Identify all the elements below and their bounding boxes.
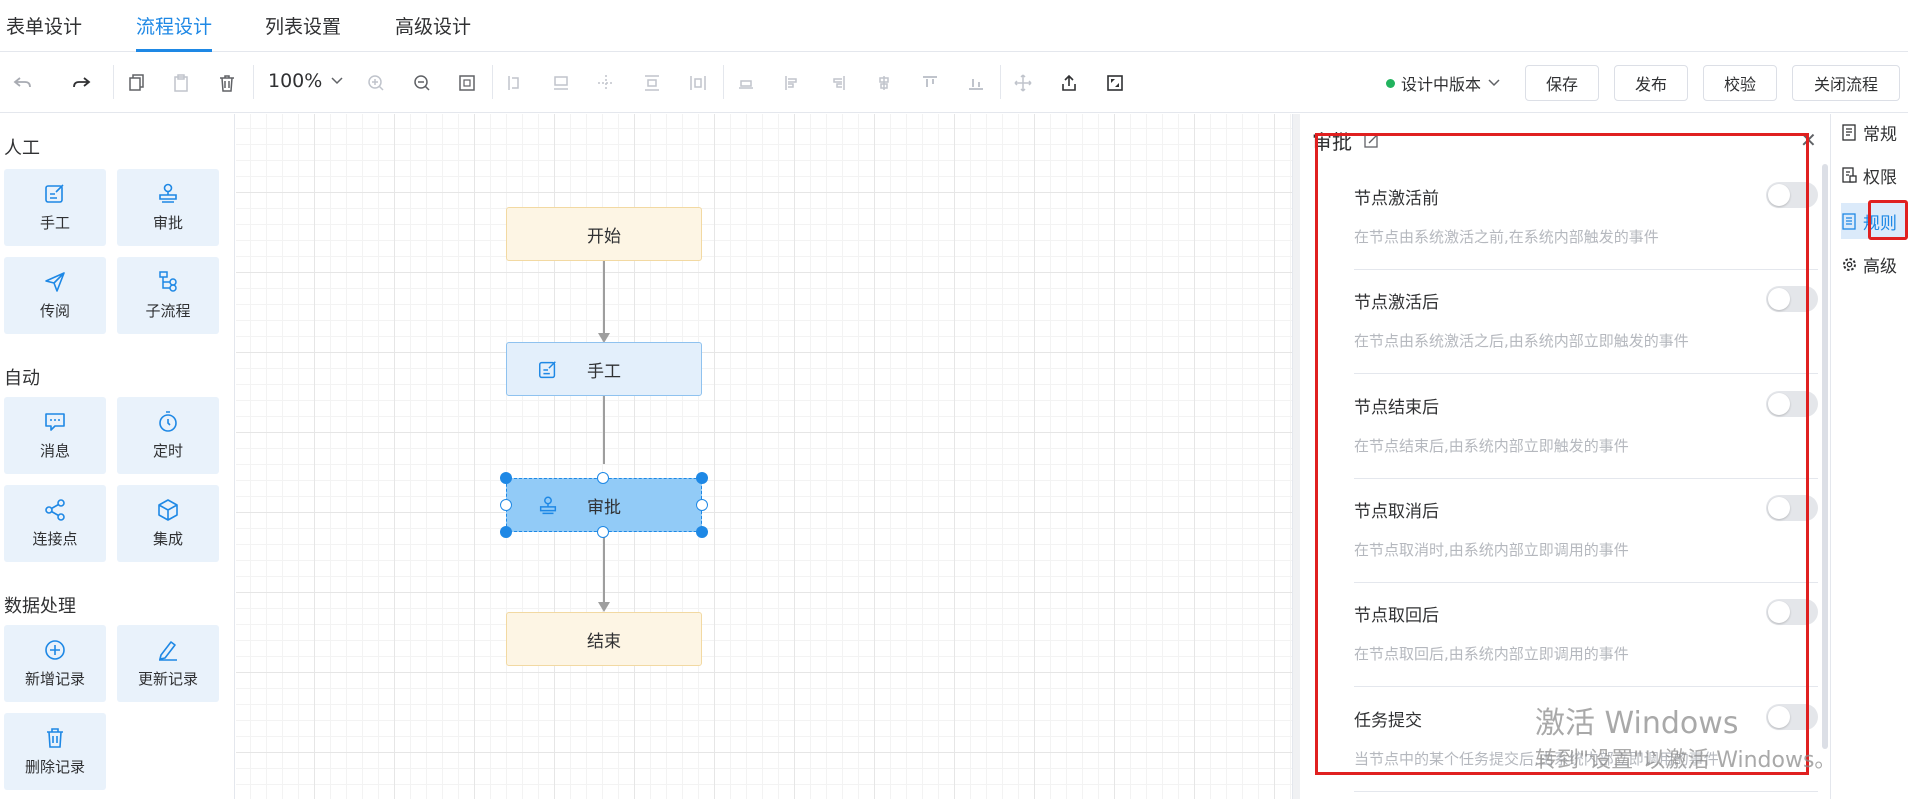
group-title-auto: 自动 xyxy=(4,368,40,389)
stamp-icon xyxy=(539,496,557,515)
stamp-icon xyxy=(159,183,177,203)
undo-icon[interactable] xyxy=(8,68,38,98)
publish-button[interactable]: 发布 xyxy=(1614,65,1688,101)
zoom-out-icon[interactable] xyxy=(407,68,437,98)
palette-item-circulate[interactable]: 传阅 xyxy=(4,257,106,334)
flow-node-start[interactable]: 开始 xyxy=(506,207,702,261)
send-icon xyxy=(45,272,65,292)
scrollbar[interactable] xyxy=(1822,164,1828,749)
move-icon[interactable] xyxy=(1008,68,1038,98)
plus-circle-icon xyxy=(45,640,65,660)
side-tab-advanced[interactable]: 高级 xyxy=(1841,246,1907,282)
palette-item-integration[interactable]: 集成 xyxy=(117,485,219,562)
resize-handle[interactable] xyxy=(696,526,708,538)
zoom-select[interactable]: 100% xyxy=(268,70,344,92)
distribute-vertical-icon[interactable] xyxy=(637,68,667,98)
palette-item-timer[interactable]: 定时 xyxy=(117,397,219,474)
flow-edge[interactable] xyxy=(603,532,605,610)
connection-handle[interactable] xyxy=(500,499,512,511)
side-highlight-box xyxy=(1868,200,1908,240)
advanced-gear-icon xyxy=(1843,257,1856,271)
save-button[interactable]: 保存 xyxy=(1525,65,1599,101)
palette-item-delete-record[interactable]: 删除记录 xyxy=(4,713,106,790)
edit-form-icon xyxy=(45,184,64,203)
align-bottom-icon[interactable] xyxy=(546,68,576,98)
subprocess-icon xyxy=(159,271,177,292)
tab-form-design[interactable]: 表单设计 xyxy=(6,12,82,49)
zoom-level: 100% xyxy=(268,70,323,92)
arrow-head xyxy=(598,602,610,612)
node-label: 审批 xyxy=(587,497,621,518)
status-dot xyxy=(1386,78,1395,88)
align-left-icon[interactable] xyxy=(500,68,530,98)
align-top-icon[interactable] xyxy=(915,68,945,98)
connection-handle[interactable] xyxy=(696,499,708,511)
redo-icon[interactable] xyxy=(66,68,96,98)
palette-item-manual[interactable]: 手工 xyxy=(4,169,106,246)
timer-icon xyxy=(159,411,177,432)
palette-item-connector[interactable]: 连接点 xyxy=(4,485,106,562)
flow-node-manual[interactable]: 手工 xyxy=(506,342,702,396)
chevron-down-icon xyxy=(1488,79,1500,87)
align-center-icon[interactable] xyxy=(591,68,621,98)
message-icon xyxy=(45,413,65,431)
tab-advanced-design[interactable]: 高级设计 xyxy=(395,12,471,49)
palette-item-add-record[interactable]: 新增记录 xyxy=(4,625,106,702)
toolbar: 100% 设计中版本 保存 发布 校验 关闭流程 xyxy=(0,53,1908,113)
rules-icon xyxy=(1842,212,1856,230)
trash-icon xyxy=(47,728,63,748)
group-title-manual: 人工 xyxy=(4,138,40,159)
activation-watermark: 激活 Windows xyxy=(1535,706,1739,741)
version-select[interactable]: 设计中版本 xyxy=(1386,71,1501,95)
group-title-data: 数据处理 xyxy=(4,596,76,617)
chevron-down-icon xyxy=(331,77,343,85)
side-tab-general[interactable]: 常规 xyxy=(1841,114,1907,150)
flow-canvas[interactable]: 开始 手工 审批 结束 xyxy=(236,114,1292,799)
palette-item-update-record[interactable]: 更新记录 xyxy=(117,625,219,702)
palette-item-message[interactable]: 消息 xyxy=(4,397,106,474)
flow-edge[interactable] xyxy=(603,261,605,341)
flow-node-end[interactable]: 结束 xyxy=(506,612,702,666)
resize-handle[interactable] xyxy=(696,472,708,484)
connection-handle[interactable] xyxy=(597,526,609,538)
distribute-horizontal-icon[interactable] xyxy=(683,68,713,98)
copy-icon[interactable] xyxy=(121,68,151,98)
resize-handle[interactable] xyxy=(500,526,512,538)
tab-flow-design[interactable]: 流程设计 xyxy=(136,12,213,52)
document-icon xyxy=(1842,123,1856,141)
align-right-edge-icon[interactable] xyxy=(823,68,853,98)
node-palette: 人工 手工 审批 传阅 子流程 自动 消息 定时 连接点 集成 数据处理 新增记… xyxy=(0,114,235,799)
activation-watermark-sub: 转到"设置"以激活 Windows。 xyxy=(1535,748,1837,773)
fullscreen-icon[interactable] xyxy=(1100,68,1130,98)
export-icon[interactable] xyxy=(1054,68,1084,98)
validate-button[interactable]: 校验 xyxy=(1703,65,1777,101)
highlight-box xyxy=(1315,133,1809,775)
delete-icon[interactable] xyxy=(212,68,242,98)
connection-handle[interactable] xyxy=(597,472,609,484)
tab-list-settings[interactable]: 列表设置 xyxy=(265,12,341,49)
version-label: 设计中版本 xyxy=(1401,75,1482,94)
palette-item-subprocess[interactable]: 子流程 xyxy=(117,257,219,334)
cube-icon xyxy=(158,499,178,521)
flow-edge[interactable] xyxy=(603,396,605,464)
flow-node-approve[interactable]: 审批 xyxy=(506,478,702,532)
zoom-in-icon[interactable] xyxy=(361,68,391,98)
palette-item-approve[interactable]: 审批 xyxy=(117,169,219,246)
node-label: 手工 xyxy=(587,361,621,382)
fit-view-icon[interactable] xyxy=(452,68,482,98)
permission-icon xyxy=(1842,166,1857,183)
edit-form-icon xyxy=(539,361,556,379)
align-bottom-bars-icon[interactable] xyxy=(961,68,991,98)
pen-icon xyxy=(159,641,177,661)
align-bottom-edge-icon[interactable] xyxy=(731,68,761,98)
top-tab-bar: 表单设计 流程设计 列表设置 高级设计 xyxy=(0,0,1908,52)
align-left-edge-icon[interactable] xyxy=(777,68,807,98)
panel-resizer[interactable] xyxy=(1292,114,1300,799)
close-flow-button[interactable]: 关闭流程 xyxy=(1792,65,1900,101)
paste-icon[interactable] xyxy=(166,68,196,98)
side-tab-permission[interactable]: 权限 xyxy=(1841,157,1907,193)
resize-handle[interactable] xyxy=(500,472,512,484)
share-icon xyxy=(45,499,65,521)
align-middle-icon[interactable] xyxy=(869,68,899,98)
